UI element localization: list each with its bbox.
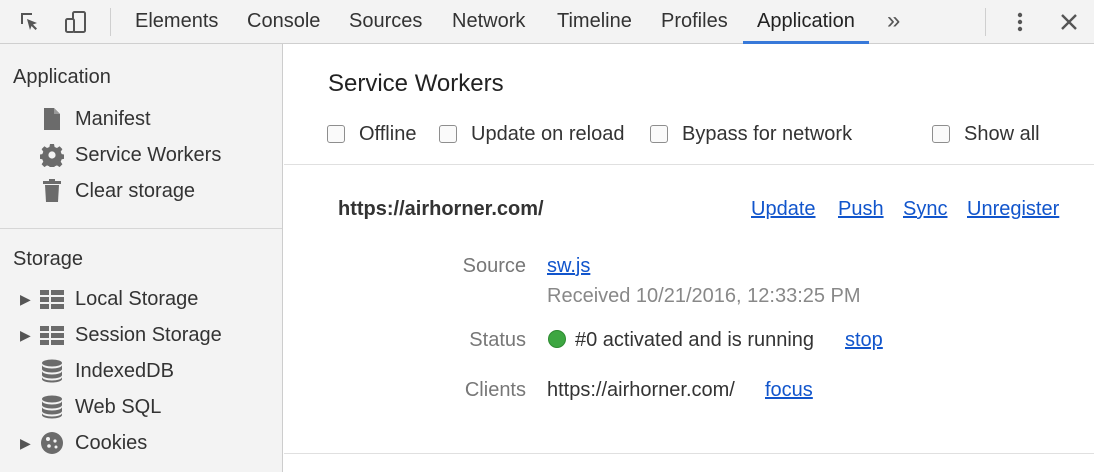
sidebar-item-label: IndexedDB [75, 359, 174, 382]
expand-arrow-icon[interactable]: ▶ [20, 327, 31, 344]
worker-divider [284, 453, 1094, 454]
checkbox-box[interactable] [439, 125, 457, 143]
update-link[interactable]: Update [751, 198, 816, 221]
database-icon [40, 395, 64, 419]
header-divider [284, 164, 1094, 165]
show-all-checkbox[interactable]: Show all [932, 120, 1040, 148]
cookie-icon [40, 431, 64, 455]
unregister-link[interactable]: Unregister [967, 198, 1059, 221]
client-url: https://airhorner.com/ [547, 379, 735, 401]
checkbox-label: Update on reload [471, 122, 625, 145]
status-label: Status [469, 329, 526, 351]
sidebar-divider [0, 228, 282, 229]
checkbox-box[interactable] [327, 125, 345, 143]
source-label: Source [462, 255, 526, 277]
stop-link[interactable]: stop [845, 329, 883, 352]
sidebar-item-cookies[interactable]: ▶ Cookies [0, 426, 282, 460]
checkbox-box[interactable] [650, 125, 668, 143]
sidebar-item-label: Session Storage [75, 323, 222, 346]
sidebar-item-web-sql[interactable]: Web SQL [0, 390, 282, 424]
sidebar-item-label: Service Workers [75, 143, 222, 166]
checkbox-box[interactable] [932, 125, 950, 143]
push-link[interactable]: Push [838, 198, 884, 221]
section-title-application: Application [13, 66, 111, 88]
sidebar-item-clear-storage[interactable]: Clear storage [0, 174, 282, 208]
toolbar-separator [110, 8, 111, 36]
worker-origin: https://airhorner.com/ [338, 198, 544, 220]
tab-console[interactable]: Console [247, 0, 320, 44]
inspect-element-icon[interactable] [16, 8, 44, 36]
expand-arrow-icon[interactable]: ▶ [20, 435, 31, 452]
kebab-menu-icon[interactable] [1006, 8, 1034, 36]
tab-elements[interactable]: Elements [135, 0, 218, 44]
tab-sources[interactable]: Sources [349, 0, 422, 44]
sidebar-item-local-storage[interactable]: ▶ Local Storage [0, 282, 282, 316]
more-tabs-button[interactable]: » [887, 0, 900, 44]
toolbar-separator [985, 8, 986, 36]
offline-checkbox[interactable]: Offline [327, 120, 416, 148]
devtools-toolbar: Elements Console Sources Network Timelin… [0, 0, 1094, 44]
sidebar-item-session-storage[interactable]: ▶ Session Storage [0, 318, 282, 352]
database-icon [40, 359, 64, 383]
status-running-icon [548, 330, 566, 348]
sidebar-item-service-workers[interactable]: Service Workers [0, 138, 282, 172]
tab-timeline[interactable]: Timeline [557, 0, 632, 44]
sidebar-item-label: Cookies [75, 431, 148, 454]
close-icon[interactable] [1055, 8, 1083, 36]
file-icon [40, 107, 64, 131]
sidebar-item-label: Web SQL [75, 395, 162, 418]
source-file-link[interactable]: sw.js [547, 255, 590, 278]
gear-icon [40, 143, 64, 167]
tab-profiles[interactable]: Profiles [661, 0, 728, 44]
sidebar-item-indexeddb[interactable]: IndexedDB [0, 354, 282, 388]
grid-icon [40, 287, 64, 311]
received-timestamp: Received 10/21/2016, 12:33:25 PM [547, 285, 861, 307]
tab-application[interactable]: Application [743, 0, 869, 44]
checkbox-label: Offline [359, 122, 417, 145]
sidebar-item-manifest[interactable]: Manifest [0, 102, 282, 136]
clients-label: Clients [464, 379, 526, 401]
sidebar: Application Manifest Service Workers Cle… [0, 44, 283, 472]
device-toolbar-icon[interactable] [62, 8, 90, 36]
update-on-reload-checkbox[interactable]: Update on reload [439, 120, 624, 148]
sidebar-item-label: Manifest [75, 107, 151, 130]
bypass-for-network-checkbox[interactable]: Bypass for network [650, 120, 852, 148]
tab-network[interactable]: Network [452, 0, 525, 44]
sidebar-item-label: Clear storage [75, 179, 196, 202]
sidebar-item-label: Local Storage [75, 287, 199, 310]
expand-arrow-icon[interactable]: ▶ [20, 291, 31, 308]
page-title: Service Workers [328, 70, 504, 97]
checkbox-label: Bypass for network [682, 122, 853, 145]
grid-icon [40, 323, 64, 347]
focus-link[interactable]: focus [765, 379, 813, 402]
checkbox-label: Show all [964, 122, 1040, 145]
service-workers-panel: Service Workers Offline Update on reload… [284, 44, 1094, 472]
trash-icon [40, 179, 64, 203]
sync-link[interactable]: Sync [903, 198, 947, 221]
section-title-storage: Storage [13, 248, 84, 270]
status-text: #0 activated and is running [575, 329, 815, 351]
